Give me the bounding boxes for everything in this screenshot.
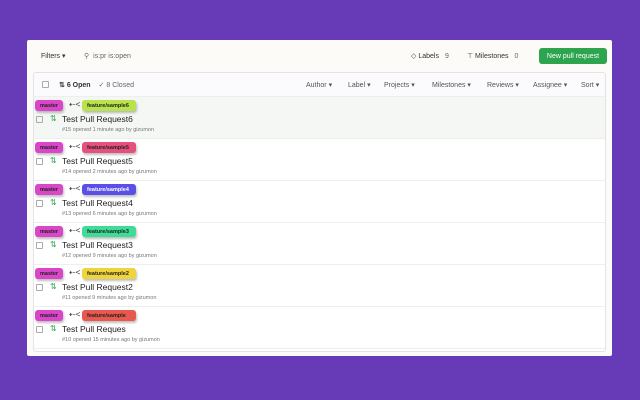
author-filter[interactable]: Author ▾ [306, 81, 332, 89]
pr-meta: #13 opened 6 minutes ago by gizumon [62, 211, 157, 217]
search-icon: ⚲ [84, 53, 90, 60]
pull-requests-panel: Filters ▾ ⚲ is:pr is:open ◇ Labels 9 ⊤ Mi… [27, 40, 612, 356]
base-branch-badge: master [35, 226, 63, 237]
milestones-button[interactable]: ⊤ Milestones 0 [467, 52, 518, 60]
merge-arrow-icon: ⇠< [69, 184, 81, 193]
pr-title-link[interactable]: Test Pull Request3 [62, 240, 133, 250]
labels-button[interactable]: ◇ Labels 9 [411, 52, 449, 60]
pr-checkbox[interactable] [36, 326, 43, 333]
open-count: 6 Open [66, 81, 91, 89]
search-input[interactable]: ⚲ is:pr is:open [72, 47, 317, 65]
labels-count: 9 [444, 53, 449, 60]
open-pr-icon: ⇅ [50, 198, 57, 207]
head-branch-badge: feature/sample2 [82, 268, 136, 279]
pr-checkbox[interactable] [36, 116, 43, 123]
pr-meta: #15 opened 1 minute ago by gizumon [62, 127, 155, 133]
base-branch-badge: master [35, 184, 63, 195]
pr-meta: #14 opened 2 minutes ago by gizumon [62, 169, 157, 175]
merge-arrow-icon: ⇠< [69, 100, 81, 109]
merge-arrow-icon: ⇠< [69, 226, 81, 235]
pr-meta: #12 opened 9 minutes ago by gizumon [62, 253, 157, 259]
pr-row[interactable]: master ⇠< feature/sample4 ⇅ Test Pull Re… [34, 181, 605, 223]
open-pr-icon: ⇅ [50, 324, 57, 333]
base-branch-badge: master [35, 100, 63, 111]
list-header: ⇅ 6 Open ✓ 8 Closed Author ▾ Label ▾ Pro… [34, 73, 605, 97]
pr-title-link[interactable]: Test Pull Request4 [62, 198, 133, 208]
base-branch-badge: master [35, 268, 63, 279]
head-branch-badge: feature/sample4 [82, 184, 136, 195]
filters-button[interactable]: Filters ▾ [41, 52, 66, 60]
toolbar: Filters ▾ ⚲ is:pr is:open ◇ Labels 9 ⊤ Mi… [27, 40, 612, 72]
open-pr-icon: ⇅ [50, 240, 57, 249]
milestone-icon: ⊤ [467, 53, 476, 60]
open-pr-icon: ⇅ [50, 156, 57, 165]
pr-checkbox[interactable] [36, 284, 43, 291]
pr-title-link[interactable]: Test Pull Request2 [62, 282, 133, 292]
pr-title-link[interactable]: Test Pull Reques [62, 324, 126, 334]
pr-checkbox[interactable] [36, 158, 43, 165]
label-filter[interactable]: Label ▾ [348, 81, 371, 89]
closed-filter[interactable]: ✓ 8 Closed [99, 81, 134, 89]
open-pr-icon: ⇅ [50, 282, 57, 291]
reviews-filter[interactable]: Reviews ▾ [487, 81, 519, 89]
pr-row[interactable]: master ⇠< feature/sample6 ⇅ Test Pull Re… [34, 97, 605, 139]
pr-title-link[interactable]: Test Pull Request6 [62, 114, 133, 124]
open-filter[interactable]: ⇅ 6 Open [59, 81, 91, 89]
projects-filter[interactable]: Projects ▾ [384, 81, 415, 89]
head-branch-badge: feature/sample3 [82, 226, 136, 237]
pr-checkbox[interactable] [36, 242, 43, 249]
pr-row[interactable]: master ⇠< feature/sample3 ⇅ Test Pull Re… [34, 223, 605, 265]
open-pr-icon: ⇅ [50, 114, 57, 123]
pr-meta: #11 opened 9 minutes ago by gizumon [62, 295, 157, 301]
merge-arrow-icon: ⇠< [69, 310, 81, 319]
head-branch-badge: feature/sample [82, 310, 136, 321]
pr-title-link[interactable]: Test Pull Request5 [62, 156, 133, 166]
milestones-label: Milestones [475, 53, 509, 60]
pr-row[interactable]: master ⇠< feature/sample2 ⇅ Test Pull Re… [34, 265, 605, 307]
pr-icon: ⇅ [59, 81, 67, 89]
pr-row[interactable]: master ⇠< feature/sample ⇅ Test Pull Req… [34, 307, 605, 349]
head-branch-badge: feature/sample6 [82, 100, 136, 111]
head-branch-badge: feature/sample5 [82, 142, 136, 153]
milestones-count: 0 [514, 53, 519, 60]
pr-meta: #10 opened 15 minutes ago by gizumon [62, 337, 160, 343]
search-value: is:pr is:open [93, 52, 131, 60]
labels-label: Labels [418, 53, 439, 60]
merge-arrow-icon: ⇠< [69, 268, 81, 277]
pr-list: ⇅ 6 Open ✓ 8 Closed Author ▾ Label ▾ Pro… [33, 72, 606, 352]
sort-filter[interactable]: Sort ▾ [581, 81, 599, 89]
new-pull-request-button[interactable]: New pull request [539, 48, 607, 64]
milestones-filter[interactable]: Milestones ▾ [432, 81, 471, 89]
merge-arrow-icon: ⇠< [69, 142, 81, 151]
pr-checkbox[interactable] [36, 200, 43, 207]
assignee-filter[interactable]: Assignee ▾ [533, 81, 567, 89]
pr-row[interactable]: master ⇠< feature/sample5 ⇅ Test Pull Re… [34, 139, 605, 181]
base-branch-badge: master [35, 310, 63, 321]
select-all-checkbox[interactable] [42, 81, 49, 88]
base-branch-badge: master [35, 142, 63, 153]
